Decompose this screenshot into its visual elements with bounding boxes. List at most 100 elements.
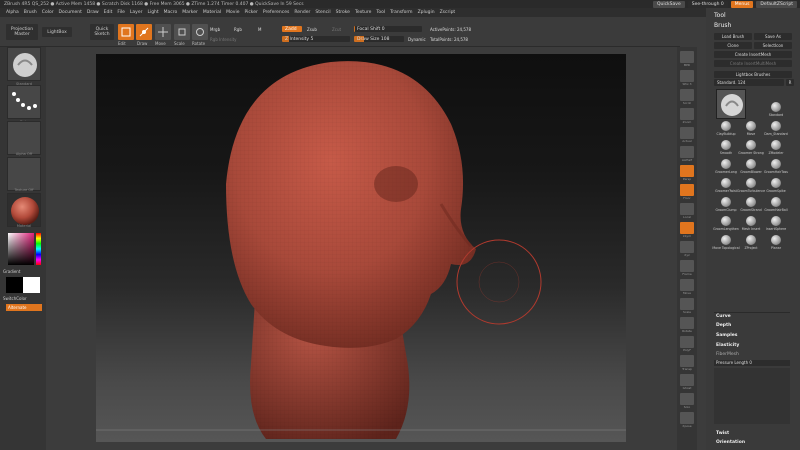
menu-texture[interactable]: Texture bbox=[355, 10, 371, 15]
lsym-icon[interactable] bbox=[680, 222, 694, 234]
r-button[interactable]: R bbox=[786, 79, 794, 86]
spix-3-icon[interactable] bbox=[680, 70, 694, 82]
projection-master-button[interactable]: Projection Master bbox=[6, 24, 38, 40]
secondary-color-swatch[interactable] bbox=[23, 277, 40, 293]
brush-groomerlong[interactable]: GroomerLong bbox=[714, 158, 738, 176]
menu-stencil[interactable]: Stencil bbox=[315, 10, 330, 15]
floor-icon[interactable] bbox=[680, 184, 694, 196]
color-picker[interactable] bbox=[6, 231, 42, 267]
brush-groomturbulence[interactable]: GroomTurbulence bbox=[737, 177, 765, 195]
menu-document[interactable]: Document bbox=[59, 10, 82, 15]
brush-mesh-insert[interactable]: Mesh Insert bbox=[739, 215, 763, 233]
brush-groomer-strong[interactable]: Groomer Strong bbox=[738, 139, 764, 157]
brush-claybuildup[interactable]: ClayBuildup bbox=[714, 120, 738, 138]
brush-planar[interactable]: Planar bbox=[764, 234, 788, 252]
save-as-button[interactable]: Save As bbox=[754, 33, 792, 40]
menu-movie[interactable]: Movie bbox=[226, 10, 239, 15]
switch-color-button[interactable]: SwitchColor bbox=[3, 296, 37, 301]
menu-light[interactable]: Light bbox=[147, 10, 158, 15]
lightbox-button[interactable]: LightBox bbox=[42, 27, 72, 37]
menu-transform[interactable]: Transform bbox=[390, 10, 412, 15]
transp-icon[interactable] bbox=[680, 355, 694, 367]
gradient-label[interactable]: Gradient bbox=[3, 269, 37, 274]
brush-title[interactable]: Brush bbox=[714, 22, 731, 29]
menu-draw[interactable]: Draw bbox=[87, 10, 99, 15]
rgb-intensity-slider[interactable]: Rgb Intensity bbox=[210, 37, 237, 42]
select-icon-button[interactable]: SelectIcon bbox=[754, 42, 792, 49]
menu-brush[interactable]: Brush bbox=[24, 10, 37, 15]
brush-zproject[interactable]: ZProject bbox=[739, 234, 763, 252]
menu-render[interactable]: Render bbox=[294, 10, 310, 15]
selected-brush-preview[interactable] bbox=[716, 89, 746, 119]
zsub-button[interactable]: Zsub bbox=[307, 27, 317, 32]
bpr-icon[interactable] bbox=[680, 51, 694, 63]
zoom-icon[interactable] bbox=[680, 108, 694, 120]
brush-thumbnail[interactable] bbox=[7, 47, 41, 81]
brush-groomblower[interactable]: GroomBlower bbox=[739, 158, 763, 176]
menus-button[interactable]: Menus bbox=[730, 0, 754, 8]
zcut-button[interactable]: Zcut bbox=[332, 27, 341, 32]
dynamic-button[interactable]: Dynamic bbox=[408, 37, 426, 42]
material-thumbnail[interactable] bbox=[7, 193, 41, 227]
load-brush-button[interactable]: Load Brush bbox=[714, 33, 752, 40]
aahalf-icon[interactable] bbox=[680, 146, 694, 158]
pressure-length-slider[interactable]: Pressure Length 0 bbox=[714, 360, 790, 366]
scale-button[interactable] bbox=[174, 24, 190, 40]
main-color-swatch[interactable] bbox=[6, 277, 23, 293]
elasticity-section[interactable]: Elasticity bbox=[716, 343, 739, 348]
brush-groomspike[interactable]: GroomSpike bbox=[764, 177, 788, 195]
edit-button[interactable] bbox=[118, 24, 134, 40]
move-button[interactable] bbox=[155, 24, 171, 40]
menu-marker[interactable]: Marker bbox=[182, 10, 198, 15]
polyf-icon[interactable] bbox=[680, 336, 694, 348]
twist-section[interactable]: Twist bbox=[716, 431, 729, 436]
xpose-icon[interactable] bbox=[680, 412, 694, 424]
menu-macro[interactable]: Macro bbox=[164, 10, 178, 15]
frame-icon[interactable] bbox=[680, 260, 694, 272]
rgb-button[interactable]: Rgb bbox=[234, 27, 242, 32]
default-script-button[interactable]: DefaultZScript bbox=[756, 0, 797, 8]
depth-section[interactable]: Depth bbox=[716, 323, 731, 328]
menu-layer[interactable]: Layer bbox=[130, 10, 143, 15]
brush-standard[interactable]: Standard bbox=[764, 101, 788, 119]
menu-picker[interactable]: Picker bbox=[244, 10, 257, 15]
menu-zscript[interactable]: Zscript bbox=[440, 10, 456, 15]
create-insertmultimesh-button[interactable]: Create InsertMultiMesh bbox=[714, 60, 792, 67]
brush-groomhairball[interactable]: GroomHairBall bbox=[764, 196, 788, 214]
brush-zmodeler[interactable]: ZModeler bbox=[764, 139, 788, 157]
menu-material[interactable]: Material bbox=[203, 10, 221, 15]
focal-shift-slider[interactable]: Focal Shift 0 bbox=[354, 26, 422, 32]
scroll-icon[interactable] bbox=[680, 89, 694, 101]
menu-file[interactable]: File bbox=[117, 10, 125, 15]
scale-icon[interactable] bbox=[680, 298, 694, 310]
quicksave-button[interactable]: QuickSave bbox=[652, 0, 685, 8]
brush-dam-standard[interactable]: Dam_Standard bbox=[764, 120, 788, 138]
menu-stroke[interactable]: Stroke bbox=[336, 10, 350, 15]
m-button[interactable]: M bbox=[258, 27, 261, 32]
z-intensity-slider[interactable]: Z Intensity 5 bbox=[282, 36, 350, 42]
draw-button[interactable] bbox=[136, 24, 152, 40]
menu-color[interactable]: Color bbox=[42, 10, 54, 15]
create-insert-mesh-button[interactable]: Create InsertMesh bbox=[714, 51, 792, 58]
fibermesh-section[interactable]: FiberMesh bbox=[716, 352, 739, 357]
brush-groomhairtoss[interactable]: GroomHairToss bbox=[764, 158, 788, 176]
menu-edit[interactable]: Edit bbox=[104, 10, 113, 15]
samples-section[interactable]: Samples bbox=[716, 333, 737, 338]
brush-groomstrand[interactable]: GroomStrand bbox=[739, 196, 763, 214]
brush-smooth[interactable]: Smooth bbox=[714, 139, 738, 157]
brush-groomlengthen[interactable]: GroomLengthen bbox=[713, 215, 739, 233]
brush-groomclump[interactable]: GroomClump bbox=[714, 196, 738, 214]
orientation-section[interactable]: Orientation bbox=[716, 440, 745, 445]
lightbox-brushes-button[interactable]: Lightbox Brushes bbox=[714, 71, 792, 78]
brush-insertsphere[interactable]: InsertSphere bbox=[764, 215, 788, 233]
actual-icon[interactable] bbox=[680, 127, 694, 139]
xyz-icon[interactable] bbox=[680, 241, 694, 253]
curve-section[interactable]: Curve bbox=[716, 314, 731, 319]
alternate-button[interactable]: Alternate bbox=[6, 304, 42, 311]
menu-zplugin[interactable]: Zplugin bbox=[418, 10, 435, 15]
brush-move[interactable]: Move bbox=[739, 120, 763, 138]
brush-groomertwist[interactable]: GroomerTwist bbox=[714, 177, 738, 195]
local-icon[interactable] bbox=[680, 203, 694, 215]
persp-icon[interactable] bbox=[680, 165, 694, 177]
mrgb-button[interactable]: Mrgb bbox=[210, 27, 220, 32]
